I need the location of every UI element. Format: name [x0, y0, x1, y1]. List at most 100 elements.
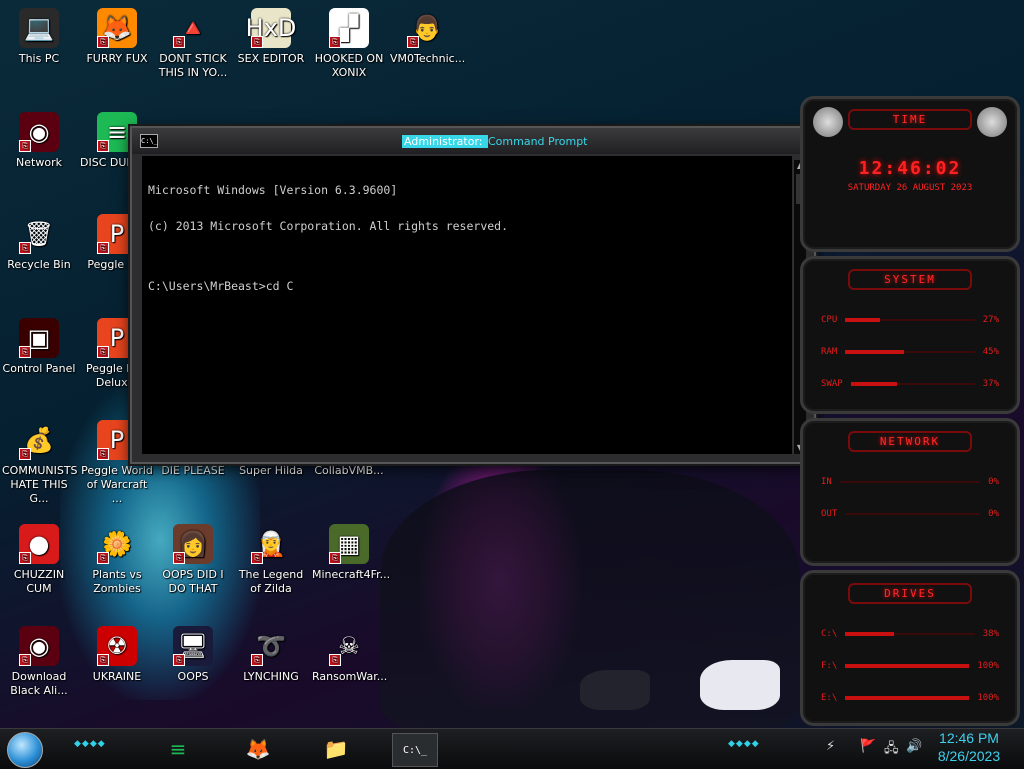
clock-date: 8/26/2023 [937, 748, 1001, 764]
gadget-row-label: F:\ [821, 661, 838, 671]
shortcut-arrow-icon: ⎘ [19, 242, 31, 254]
desktop-icon[interactable]: ☠ ⎘ RansomWar... [312, 626, 388, 684]
gadget-row: RAM 45% [803, 342, 1017, 362]
desktop-icon-image: ◉ ⎘ [19, 626, 59, 666]
desktop-icon-image: ◉ ⎘ [19, 112, 59, 152]
desktop-icon-label: DIE PLEASE [161, 464, 225, 477]
desktop-icon[interactable]: ◉ ⎘ Network [2, 112, 76, 170]
desktop-icon-image: 💰 ⎘ [19, 420, 59, 460]
gadget-level-bar [839, 481, 981, 483]
gadget-row-value: 38% [982, 629, 999, 639]
desktop-icon[interactable]: 🌼 ⎘ Plants vs Zombies [80, 524, 154, 596]
desktop-icon[interactable]: 🦊 ⎘ FURRY FUX [80, 8, 154, 66]
cmd-icon[interactable]: C:\_ [140, 134, 158, 148]
gadget-row: E:\ 100% [803, 688, 1017, 708]
shortcut-arrow-icon: ⎘ [97, 346, 109, 358]
alien-icon [813, 107, 843, 137]
gadget-row: C:\ 38% [803, 624, 1017, 644]
desktop-icon-image: 🌼 ⎘ [97, 524, 137, 564]
shortcut-arrow-icon: ⎘ [407, 36, 419, 48]
desktop-icon[interactable]: ▣ ⎘ Control Panel [2, 318, 76, 376]
gadget-row-value: 37% [982, 379, 999, 389]
shortcut-arrow-icon: ⎘ [251, 552, 263, 564]
start-button[interactable] [7, 732, 43, 768]
desktop-icon-label: This PC [18, 52, 60, 65]
gadget-row-label: IN [821, 477, 832, 487]
desktop-icon-label: UKRAINE [92, 670, 142, 683]
desktop-icon-label: Download Black Ali... [10, 670, 68, 697]
desktop-icon-label: Plants vs Zombies [92, 568, 142, 595]
taskbar-spotify-icon[interactable]: ≡ [158, 733, 198, 765]
desktop-icon-label: CHUZZIN CUM [13, 568, 65, 595]
gadget-level-fill [845, 632, 895, 636]
desktop-icon-image: ☢ ⎘ [97, 626, 137, 666]
time-gadget: TIME 12:46:02 SATURDAY 26 AUGUST 2023 [800, 96, 1020, 252]
shortcut-arrow-icon: ⎘ [97, 654, 109, 666]
desktop-icon-label: Minecraft4Fr... [312, 568, 391, 581]
shortcut-arrow-icon: ⎘ [19, 140, 31, 152]
desktop-icon-label: VM0Technic... [390, 52, 466, 65]
desktop-icon[interactable]: 👨 ⎘ VM0Technic... [390, 8, 466, 66]
window-title-text: Command Prompt [488, 135, 588, 148]
clock-time: 12:46 PM [939, 730, 999, 746]
gadget-row-label: C:\ [821, 629, 838, 639]
desktop-icon[interactable]: ➰ ⎘ LYNCHING [234, 626, 308, 684]
power-icon[interactable]: ⚡ [826, 739, 835, 754]
gadget-row-value: 45% [982, 347, 999, 357]
desktop-icon[interactable]: ▞ ⎘ HOOKED ON XONIX [312, 8, 386, 80]
desktop-icon-label: RansomWar... [312, 670, 388, 683]
desktop-icon[interactable]: ▦ ⎘ Minecraft4Fr... [312, 524, 391, 582]
taskbar-firefox-icon[interactable]: 🦊 [238, 733, 278, 765]
desktop-icon-image: ▦ ⎘ [329, 524, 369, 564]
shortcut-arrow-icon: ⎘ [251, 654, 263, 666]
desktop-icon[interactable]: ☢ ⎘ UKRAINE [80, 626, 154, 684]
desktop-icon[interactable]: ◉ ⎘ Download Black Ali... [2, 626, 76, 698]
command-prompt-window[interactable]: C:\_ Administrator: Command Prompt Micro… [130, 126, 816, 464]
gadget-level-bar [850, 382, 975, 386]
gadget-header: NETWORK [848, 431, 972, 452]
desktop-icon[interactable]: 👩 ⎘ OOPS DID I DO THAT [156, 524, 230, 596]
console-line: Microsoft Windows [Version 6.3.9600] [148, 183, 398, 197]
gadget-row-label: SWAP [821, 379, 843, 389]
taskbar-file-explorer-icon[interactable]: 📁 [316, 733, 356, 765]
shortcut-arrow-icon: ⎘ [19, 346, 31, 358]
taskbar-clock[interactable]: 12:46 PM 8/26/2023 [924, 729, 1014, 765]
network-icon[interactable]: 🖧 [884, 739, 899, 761]
gadget-header: DRIVES [848, 583, 972, 604]
desktop-icon-image: HxD ⎘ [246, 8, 296, 48]
gadget-level-bar [845, 632, 975, 636]
window-titlebar[interactable]: C:\_ Administrator: Command Prompt [132, 128, 814, 154]
gadget-row-label: E:\ [821, 693, 838, 703]
taskbar-decoration: ◆◆◆◆ [74, 739, 106, 749]
shortcut-arrow-icon: ⎘ [19, 654, 31, 666]
network-gadget: NETWORK IN 0% OUT 0% [800, 418, 1020, 566]
gadget-level-fill [845, 664, 970, 668]
gadget-level-bar [845, 318, 975, 322]
gadget-row: CPU 27% [803, 310, 1017, 330]
desktop-icon[interactable]: 💻 This PC [2, 8, 76, 66]
desktop-icon-label: Peggle World of Warcraft ... [81, 464, 153, 505]
gadget-level-bar [845, 664, 970, 668]
desktop-icon[interactable]: 💰 ⎘ COMMUNISTS HATE THIS G... [2, 420, 78, 506]
action-center-flag-icon[interactable]: 🚩 [860, 739, 876, 754]
volume-icon[interactable]: 🔊 [906, 739, 922, 754]
gadget-clock-date: SATURDAY 26 AUGUST 2023 [847, 183, 973, 193]
gadget-row-value: 0% [988, 477, 999, 487]
desktop-icon[interactable]: 🔺 ⎘ DONT STICK THIS IN YO... [156, 8, 230, 80]
desktop-icon[interactable]: 🗑 ⎘ Recycle Bin [2, 214, 76, 272]
taskbar-command-prompt-icon[interactable]: C:\_ [392, 733, 438, 767]
shortcut-arrow-icon: ⎘ [97, 140, 109, 152]
shortcut-arrow-icon: ⎘ [329, 654, 341, 666]
gadget-row: SWAP 37% [803, 374, 1017, 394]
desktop-icon-label: Control Panel [2, 362, 76, 375]
console-output[interactable]: Microsoft Windows [Version 6.3.9600] (c)… [142, 156, 792, 454]
desktop-icon[interactable]: 🧝 ⎘ The Legend of Zilda [234, 524, 308, 596]
desktop-icon[interactable]: ● ⎘ CHUZZIN CUM [2, 524, 76, 596]
window-title-prefix: Administrator: [402, 135, 488, 148]
shortcut-arrow-icon: ⎘ [97, 552, 109, 564]
desktop-icon[interactable]: 🖥 ⎘ OOPS [156, 626, 230, 684]
desktop-icon-image: ● ⎘ [19, 524, 59, 564]
desktop-icon[interactable]: HxD ⎘ SEX EDITOR [234, 8, 308, 66]
desktop-icon-image: ▣ ⎘ [19, 318, 59, 358]
gadget-row-value: 0% [988, 509, 999, 519]
